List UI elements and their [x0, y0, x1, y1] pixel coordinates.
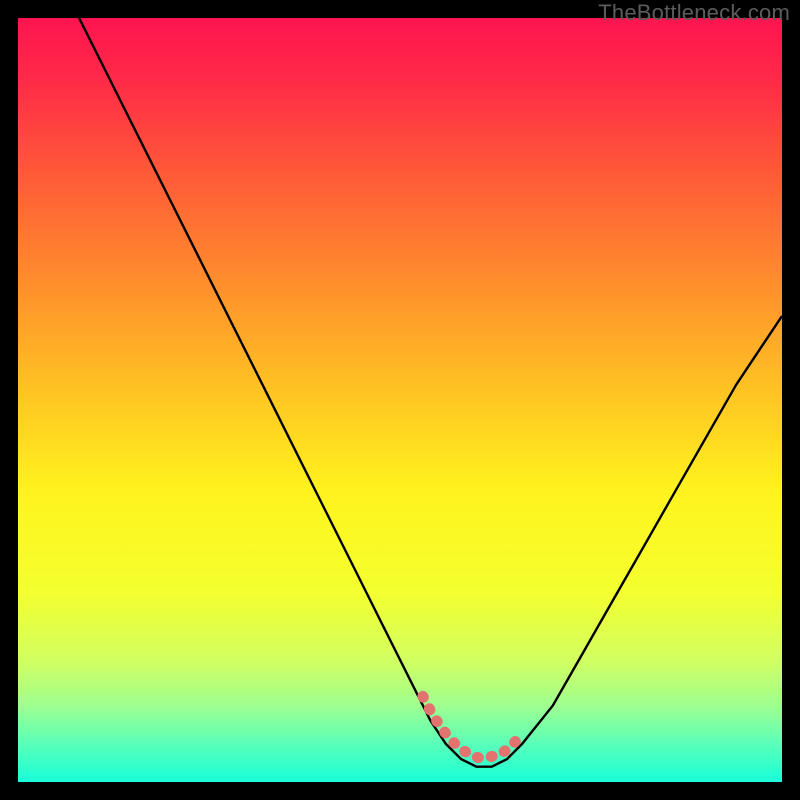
chart-frame: TheBottleneck.com [0, 0, 800, 800]
watermark-text: TheBottleneck.com [598, 0, 790, 26]
bottleneck-curve [79, 18, 782, 767]
valley-accent [423, 696, 524, 757]
plot-area [18, 18, 782, 782]
curve-layer [18, 18, 782, 782]
